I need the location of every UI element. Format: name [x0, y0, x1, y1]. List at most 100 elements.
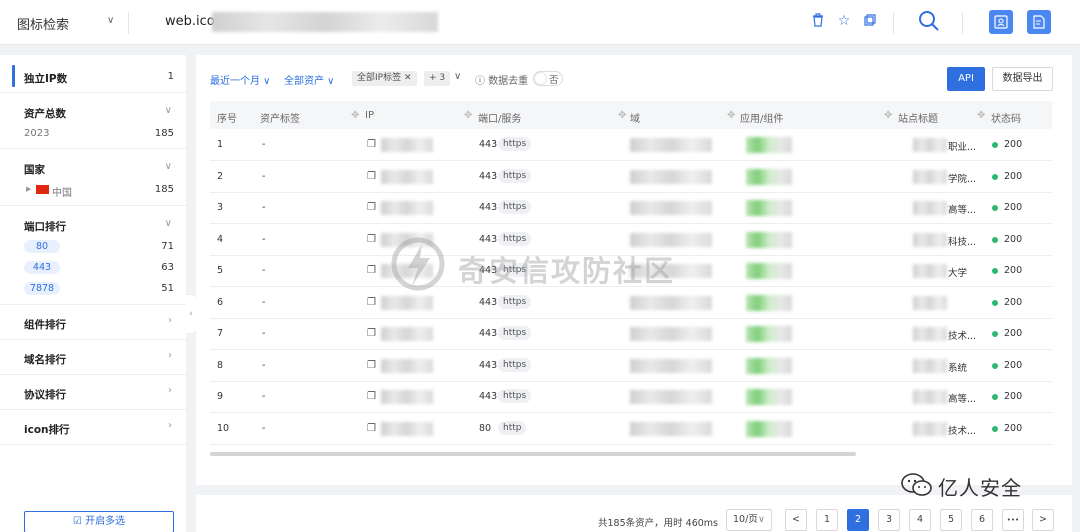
redacted-domain[interactable] — [630, 358, 712, 373]
sidebar-section-port-rank[interactable]: 端口排行 ∨ 80 71 443 63 7878 51 — [0, 206, 186, 305]
service-badge[interactable]: https — [498, 200, 532, 214]
table-row[interactable]: 4 - ❐ 443 https 科技... 200 — [210, 224, 1052, 256]
search-icon[interactable] — [918, 10, 940, 32]
redacted-app[interactable] — [746, 357, 792, 374]
site-title[interactable]: 大学 — [948, 265, 967, 279]
list-item-label[interactable]: 中国 — [52, 184, 72, 199]
redacted-app[interactable] — [746, 200, 792, 216]
port-pill[interactable]: 80 — [24, 240, 60, 253]
page-button-current[interactable]: 2 — [847, 509, 869, 531]
site-title[interactable]: 技术... — [948, 328, 976, 342]
api-button[interactable]: API — [947, 67, 985, 91]
sort-icon[interactable]: ✥ — [464, 110, 472, 121]
redacted-app[interactable] — [746, 231, 792, 248]
collapse-sidebar-button[interactable]: ‹ — [186, 295, 196, 333]
service-badge[interactable]: http — [498, 420, 527, 435]
sort-icon[interactable]: ✥ — [884, 110, 892, 121]
page-button[interactable]: 4 — [909, 509, 931, 531]
service-badge[interactable]: https — [498, 263, 532, 277]
redacted-domain[interactable] — [630, 138, 712, 152]
table-row[interactable]: 5 - ❐ 443 https 大学 200 — [210, 255, 1052, 287]
multi-select-button[interactable]: ☑ 开启多选 — [24, 511, 174, 532]
table-row[interactable]: 6 - ❐ 443 https 200 — [210, 287, 1052, 319]
service-badge[interactable]: https — [498, 357, 532, 372]
redacted-ip[interactable] — [381, 295, 433, 310]
port-number[interactable]: 443 — [479, 139, 497, 150]
service-badge[interactable]: https — [498, 137, 532, 151]
site-title[interactable]: 职业... — [948, 139, 976, 153]
redacted-domain[interactable] — [630, 264, 712, 278]
port-pill[interactable]: 7878 — [24, 282, 60, 295]
redacted-ip[interactable] — [381, 327, 433, 341]
site-title[interactable]: 高等... — [948, 391, 976, 405]
table-row[interactable]: 2 - ❐ 443 https 学院... 200 — [210, 161, 1052, 193]
close-icon[interactable]: ✕ — [404, 73, 412, 83]
redacted-domain[interactable] — [630, 327, 712, 341]
sidebar-item-component-rank[interactable]: 组件排行 › — [0, 305, 186, 340]
user-card-icon[interactable] — [989, 10, 1013, 34]
port-number[interactable]: 443 — [479, 328, 497, 339]
redacted-domain[interactable] — [630, 169, 712, 184]
redacted-ip[interactable] — [381, 264, 433, 278]
redacted-ip[interactable] — [381, 138, 433, 152]
caret-right-icon[interactable]: ▶ — [26, 185, 31, 193]
redacted-domain[interactable] — [630, 390, 712, 404]
redacted-app[interactable] — [746, 294, 792, 311]
redacted-ip[interactable] — [381, 169, 433, 184]
redacted-app[interactable] — [746, 389, 792, 405]
redacted-domain[interactable] — [630, 232, 712, 247]
table-row[interactable]: 9 - ❐ 443 https 高等... 200 — [210, 381, 1052, 413]
prev-page-button[interactable]: < — [785, 509, 807, 531]
site-title[interactable]: 系统 — [948, 360, 967, 374]
redacted-ip[interactable] — [381, 390, 433, 404]
site-title[interactable]: 科技... — [948, 234, 976, 248]
table-row[interactable]: 1 - ❐ 443 https 职业... 200 — [210, 129, 1052, 161]
port-number[interactable]: 443 — [479, 391, 497, 402]
more-tags-chip[interactable]: + 3 — [424, 71, 451, 86]
sidebar-item-domain-rank[interactable]: 域名排行 › — [0, 340, 186, 375]
table-row[interactable]: 3 - ❐ 443 https 高等... 200 — [210, 192, 1052, 224]
next-page-button[interactable]: > — [1032, 509, 1054, 531]
port-number[interactable]: 80 — [479, 423, 491, 434]
export-button[interactable]: 数据导出 — [992, 67, 1053, 91]
copy-icon[interactable]: ❐ — [367, 265, 376, 276]
sidebar-section-country[interactable]: 国家 ∨ ▶ 中国 185 — [0, 149, 186, 206]
site-title[interactable]: 学院... — [948, 171, 976, 185]
chevron-down-icon[interactable]: ∨ — [165, 105, 172, 116]
site-title[interactable]: 技术... — [948, 423, 976, 437]
copy-icon[interactable]: ❐ — [367, 171, 376, 182]
sort-icon[interactable]: ✥ — [727, 110, 735, 121]
port-number[interactable]: 443 — [479, 202, 497, 213]
redacted-ip[interactable] — [381, 201, 433, 215]
chevron-down-icon[interactable]: ∨ — [165, 218, 172, 229]
star-icon[interactable]: ☆ — [836, 13, 852, 29]
service-badge[interactable]: https — [498, 168, 532, 183]
asset-filter-dropdown[interactable]: 全部资产 ∨ — [284, 72, 335, 87]
redacted-app[interactable] — [746, 326, 792, 342]
sort-icon[interactable]: ✥ — [351, 110, 359, 121]
copy-icon[interactable]: ❐ — [367, 328, 376, 339]
table-row[interactable]: 10 - ❐ 80 http 技术... 200 — [210, 413, 1052, 445]
service-badge[interactable]: https — [498, 294, 532, 309]
service-badge[interactable]: https — [498, 231, 532, 246]
redacted-domain[interactable] — [630, 201, 712, 215]
sidebar-item-protocol-rank[interactable]: 协议排行 › — [0, 375, 186, 410]
port-pill[interactable]: 443 — [24, 261, 60, 274]
site-title[interactable]: 高等... — [948, 202, 976, 216]
page-size-select[interactable]: 10/页 ∨ — [726, 509, 772, 531]
redacted-ip[interactable] — [381, 232, 433, 247]
sidebar-section-asset-total[interactable]: 资产总数 ∨ 2023 185 — [0, 93, 186, 149]
redacted-app[interactable] — [746, 263, 792, 279]
copy-icon[interactable]: ❐ — [367, 360, 376, 371]
chevron-down-icon[interactable]: ∨ — [454, 71, 461, 82]
copy-icon[interactable] — [862, 13, 878, 29]
horizontal-scrollbar[interactable] — [210, 452, 856, 456]
sort-icon[interactable]: ✥ — [618, 110, 626, 121]
port-number[interactable]: 443 — [479, 171, 497, 182]
page-button[interactable]: 5 — [940, 509, 962, 531]
search-type-select[interactable]: 图标检索 ∨ — [17, 14, 114, 33]
trash-icon[interactable] — [810, 13, 826, 29]
port-number[interactable]: 443 — [479, 360, 497, 371]
copy-icon[interactable]: ❐ — [367, 391, 376, 402]
copy-icon[interactable]: ❐ — [367, 202, 376, 213]
